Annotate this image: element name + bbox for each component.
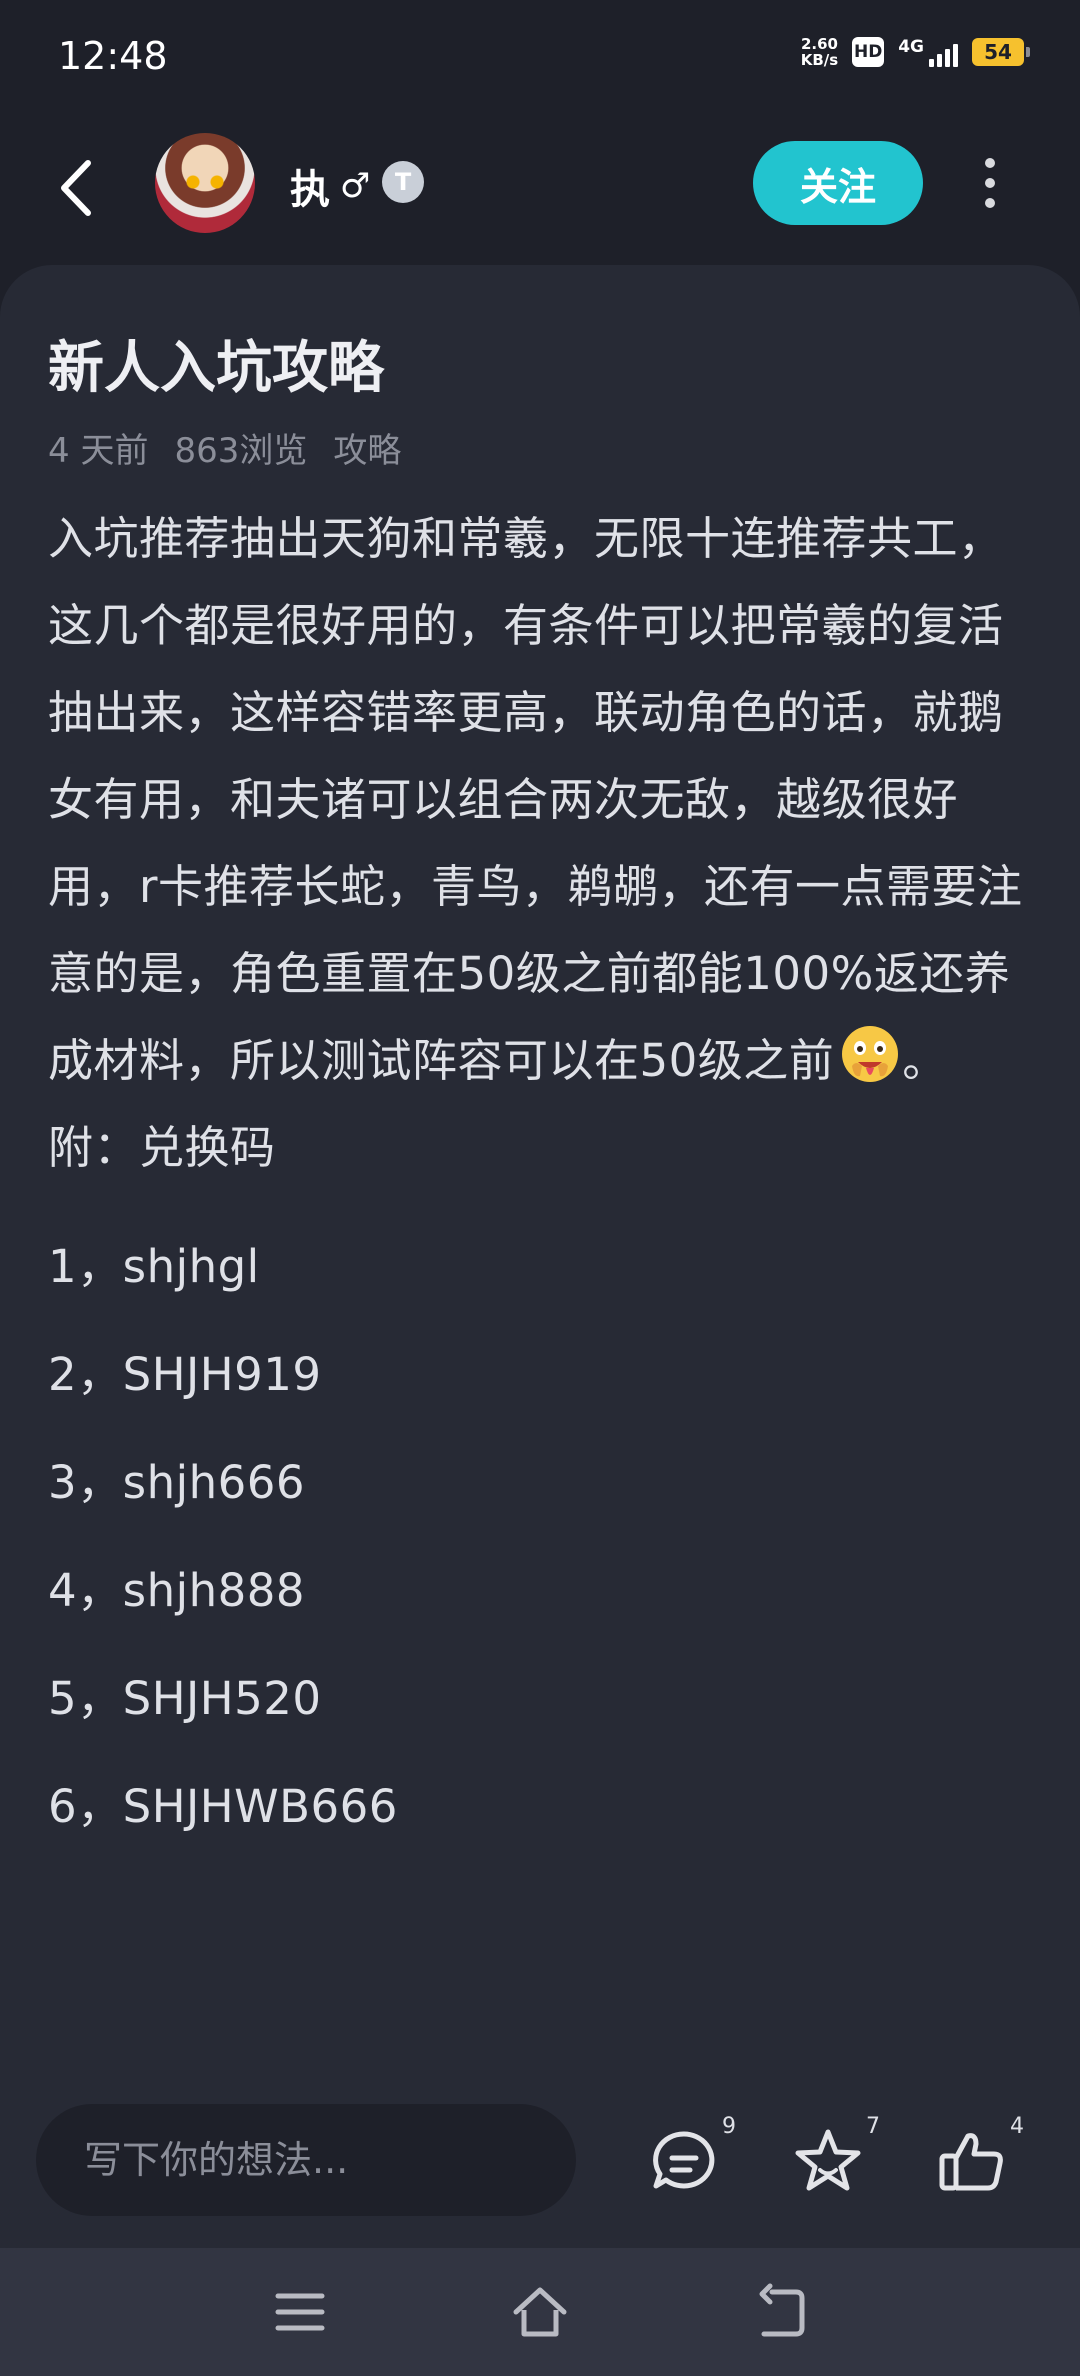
post-category[interactable]: 攻略: [333, 423, 401, 472]
hd-icon: HD: [852, 37, 885, 67]
status-icons: 2.60 KB/s HD 4G 54: [801, 36, 1030, 68]
back-button[interactable]: [50, 153, 110, 223]
comment-icon: [653, 2131, 715, 2189]
thumbs-up-icon: [939, 2133, 1003, 2191]
like-button[interactable]: 4: [932, 2114, 1024, 2202]
comment-count: 9: [722, 2114, 736, 2139]
code-item: 2，SHJH919: [48, 1348, 322, 1401]
status-bar: 12:48 2.60 KB/s HD 4G 54: [0, 0, 1080, 115]
code-item: 1，shjhgl: [48, 1240, 260, 1293]
post-title: 新人入坑攻略: [48, 336, 384, 401]
post-paragraph: 入坑推荐抽出天狗和常羲，无限十连推荐共工，这几个都是很好用的，有条件可以把常羲的…: [48, 495, 1038, 1104]
code-item: 6，SHJHWB666: [48, 1780, 398, 1833]
network-speed-unit: KB/s: [800, 51, 839, 69]
system-nav-bar: [0, 2248, 1080, 2376]
comment-button[interactable]: 9: [644, 2114, 736, 2202]
signal-icon: 4G: [898, 37, 958, 67]
return-button[interactable]: [750, 2282, 810, 2342]
appendix-label: 附：兑换码: [48, 1121, 276, 1174]
author-name[interactable]: 执 ♂: [290, 157, 370, 215]
star-icon: [795, 2129, 861, 2191]
post-header: 执 ♂ T 关注: [0, 115, 1080, 265]
post-body: 入坑推荐抽出天狗和常羲，无限十连推荐共工，这几个都是很好用的，有条件可以把常羲的…: [48, 495, 1038, 1861]
more-vertical-icon: [985, 158, 995, 168]
follow-button[interactable]: 关注: [753, 141, 923, 225]
menu-icon: [275, 2293, 325, 2331]
signal-label: 4G: [898, 37, 924, 57]
code-list: 1，shjhgl 2，SHJH919 3，shjh666 4，shjh888 5…: [48, 1213, 1038, 1861]
favorite-button[interactable]: 7: [788, 2114, 880, 2202]
status-time: 12:48: [58, 34, 168, 78]
network-speed-value: 2.60: [800, 35, 838, 53]
male-icon: ♂: [340, 166, 371, 206]
network-speed: 2.60 KB/s: [801, 36, 838, 68]
home-icon: [513, 2287, 567, 2337]
back-arrow-icon: [61, 160, 91, 216]
avatar[interactable]: [155, 133, 255, 233]
return-icon: [759, 2283, 805, 2337]
code-item: 5，SHJH520: [48, 1672, 322, 1725]
favorite-count: 7: [866, 2114, 880, 2139]
post-paragraph-text: 入坑推荐抽出天狗和常羲，无限十连推荐共工，这几个都是很好用的，有条件可以把常羲的…: [48, 512, 1023, 1087]
post-time: 4 天前: [48, 431, 149, 471]
post-paragraph-end: 。: [902, 1034, 948, 1087]
post-meta: 4 天前 863浏览 攻略: [48, 423, 401, 472]
menu-button[interactable]: [270, 2282, 330, 2342]
home-button[interactable]: [510, 2282, 570, 2342]
author-name-text: 执: [290, 167, 330, 213]
post-views: 863浏览: [174, 431, 308, 471]
code-item: 4，shjh888: [48, 1564, 306, 1617]
level-badge: T: [382, 161, 424, 203]
more-button[interactable]: [970, 153, 1010, 213]
like-count: 4: [1010, 2114, 1024, 2139]
comment-input[interactable]: [36, 2104, 576, 2216]
drooling-face-emoji-icon: [842, 1026, 899, 1082]
battery-icon: 54: [972, 38, 1030, 66]
post-card: 新人入坑攻略 4 天前 863浏览 攻略 入坑推荐抽出天狗和常羲，无限十连推荐共…: [0, 265, 1080, 2248]
code-item: 3，shjh666: [48, 1456, 306, 1509]
